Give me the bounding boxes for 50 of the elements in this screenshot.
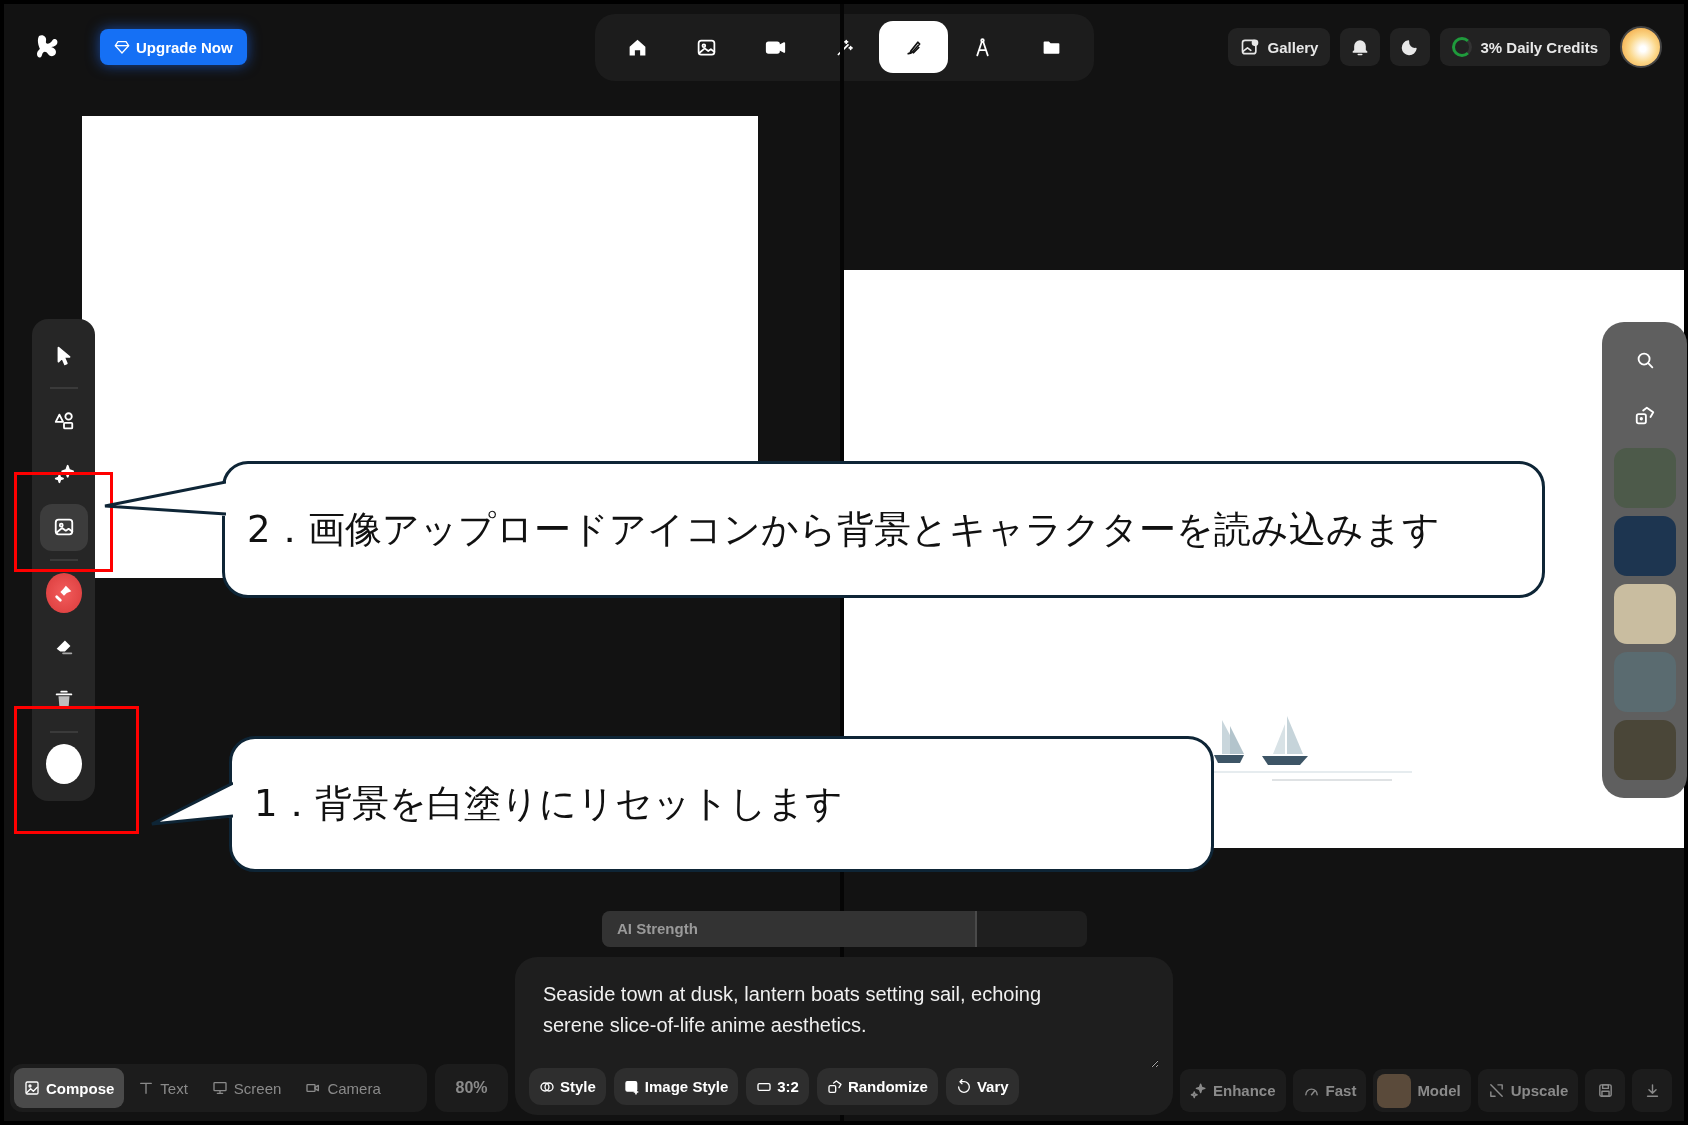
zoom-level[interactable]: 80% bbox=[435, 1064, 508, 1112]
avatar[interactable] bbox=[1620, 26, 1662, 68]
monitor-icon bbox=[211, 1080, 228, 1096]
download-button[interactable] bbox=[1632, 1069, 1673, 1112]
mode-tab[interactable]: Screen bbox=[201, 1068, 292, 1108]
nav-tab[interactable] bbox=[878, 21, 948, 73]
circle-icon bbox=[45, 744, 82, 785]
theme-toggle-button[interactable] bbox=[1390, 28, 1431, 66]
mode-tab[interactable]: Camera bbox=[295, 1068, 391, 1108]
callout-text: 2．画像アップロードアイコンから背景とキャラクターを読み込みます bbox=[247, 506, 1440, 553]
photo-placeholder bbox=[1377, 1073, 1412, 1108]
tool-button[interactable] bbox=[39, 503, 88, 551]
upscale-icon bbox=[1487, 1082, 1505, 1099]
action-button[interactable]: Fast bbox=[1292, 1069, 1367, 1112]
option-chip[interactable]: 3:2 bbox=[746, 1068, 809, 1105]
shapes-icon bbox=[52, 409, 75, 432]
option-chip[interactable]: Vary bbox=[945, 1068, 1019, 1105]
save-icon bbox=[1596, 1082, 1614, 1099]
gallery-icon bbox=[1239, 37, 1260, 57]
diamond-icon bbox=[114, 39, 130, 55]
stamp-icon bbox=[45, 572, 82, 613]
upgrade-button[interactable]: Upgrade Now bbox=[100, 29, 247, 65]
mode-tab[interactable]: Text bbox=[128, 1068, 198, 1108]
slider-label: AI Strength bbox=[617, 920, 698, 937]
callout-text: 1．背景を白塗りにリセットします bbox=[254, 781, 843, 827]
option-chip[interactable]: Randomize bbox=[816, 1068, 938, 1105]
sparkle-icon bbox=[1190, 1082, 1207, 1099]
save-button[interactable] bbox=[1585, 1069, 1626, 1112]
dice-icon bbox=[826, 1078, 843, 1095]
slider-fill[interactable] bbox=[602, 911, 978, 947]
option-chip[interactable]: Image Style bbox=[613, 1068, 739, 1105]
dice-icon bbox=[1633, 405, 1656, 427]
image-style-icon bbox=[623, 1078, 640, 1095]
strength-slider[interactable]: AI Strength bbox=[602, 911, 1087, 947]
photo-placeholder[interactable] bbox=[1613, 584, 1676, 644]
refresh-icon bbox=[955, 1078, 972, 1095]
option-chip[interactable]: Style bbox=[529, 1068, 606, 1105]
action-button[interactable]: Upscale bbox=[1477, 1069, 1579, 1112]
notifications-button[interactable] bbox=[1340, 28, 1381, 66]
prompt-panel[interactable]: Seaside town at dusk, lantern boats setting sail, echoing serene slice-of-life anime aesthetics. Style Image Style 3:2 Randomize Vary bbox=[515, 957, 1173, 1115]
text-icon bbox=[138, 1080, 155, 1096]
logo-icon bbox=[36, 33, 60, 61]
model-button[interactable]: Model bbox=[1373, 1069, 1471, 1112]
sparkle-icon bbox=[52, 463, 75, 486]
action-button[interactable]: Enhance bbox=[1180, 1069, 1286, 1112]
mode-tab[interactable]: Compose bbox=[14, 1068, 125, 1108]
progress-ring-icon bbox=[1452, 37, 1473, 57]
image-icon bbox=[24, 1080, 40, 1096]
credits-button[interactable]: 3% Daily Credits bbox=[1440, 28, 1610, 66]
gallery-button[interactable]: Gallery bbox=[1227, 28, 1331, 66]
